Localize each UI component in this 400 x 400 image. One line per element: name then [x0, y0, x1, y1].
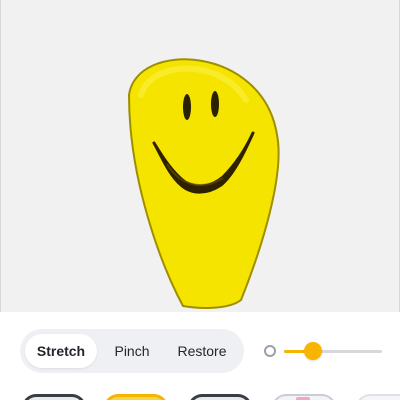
pinch-button[interactable]: Pinch	[103, 334, 161, 368]
smiley-face-image[interactable]	[1, 0, 400, 312]
brush-size-slider[interactable]	[262, 340, 382, 362]
brush-size-icon	[264, 345, 276, 357]
control-panel: Stretch Pinch Restore	[0, 312, 400, 400]
restore-button[interactable]: Restore	[167, 334, 237, 368]
app-root: Stretch Pinch Restore	[0, 0, 400, 400]
preset-thumbnail[interactable]	[188, 394, 252, 400]
image-canvas[interactable]	[0, 0, 400, 312]
stretch-button[interactable]: Stretch	[25, 334, 97, 368]
preset-thumbnail[interactable]	[22, 394, 86, 400]
preset-thumbnail[interactable]	[272, 394, 336, 400]
mode-segmented-control: Stretch Pinch Restore	[20, 329, 244, 373]
right-eye	[211, 91, 219, 117]
slider-track[interactable]	[284, 342, 382, 360]
face-outline	[127, 58, 280, 309]
left-eye	[183, 94, 191, 120]
slider-thumb[interactable]	[304, 342, 323, 360]
preset-thumbnail[interactable]	[356, 394, 400, 400]
preset-thumbnail-strip	[0, 394, 400, 400]
smiley-thumbnail[interactable]	[104, 394, 168, 400]
